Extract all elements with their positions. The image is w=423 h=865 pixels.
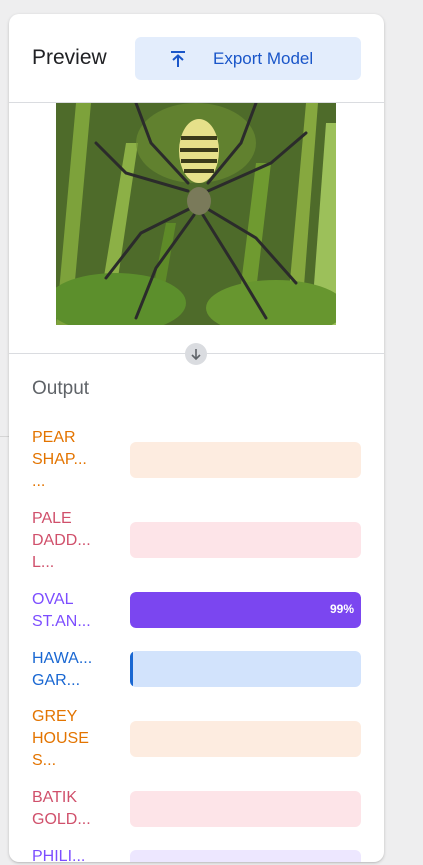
probability-bar: 99% bbox=[130, 592, 361, 628]
class-label: PALE DADD... L... bbox=[32, 510, 91, 571]
probability-bar bbox=[130, 442, 361, 478]
spider-image bbox=[56, 103, 336, 325]
probability-percent: 99% bbox=[329, 602, 354, 616]
class-label: OVAL ST.AN... bbox=[32, 591, 91, 630]
export-model-label: Export Model bbox=[213, 49, 314, 68]
arrow-down-icon bbox=[185, 343, 207, 365]
probability-bar bbox=[130, 791, 361, 827]
probability-fill bbox=[130, 651, 133, 687]
probability-bar bbox=[130, 721, 361, 757]
preview-title: Preview bbox=[32, 46, 107, 69]
class-label: BATIK GOLD... bbox=[32, 789, 91, 828]
upload-icon bbox=[168, 49, 188, 69]
class-label: GREY HOUSE S... bbox=[32, 708, 89, 769]
output-title: Output bbox=[32, 378, 90, 399]
probability-bar bbox=[130, 651, 361, 687]
probability-bar bbox=[130, 850, 361, 862]
class-label: HAWA... GAR... bbox=[32, 650, 93, 689]
preview-panel: Preview Export Model Output PEAR SHAP...… bbox=[9, 14, 384, 862]
class-label: PHILI... bbox=[32, 848, 86, 862]
probability-bar bbox=[130, 522, 361, 558]
class-label: PEAR SHAP... ... bbox=[32, 429, 87, 490]
preview-image bbox=[56, 103, 336, 325]
export-model-button[interactable]: Export Model bbox=[135, 37, 361, 80]
probability-fill bbox=[130, 592, 361, 628]
